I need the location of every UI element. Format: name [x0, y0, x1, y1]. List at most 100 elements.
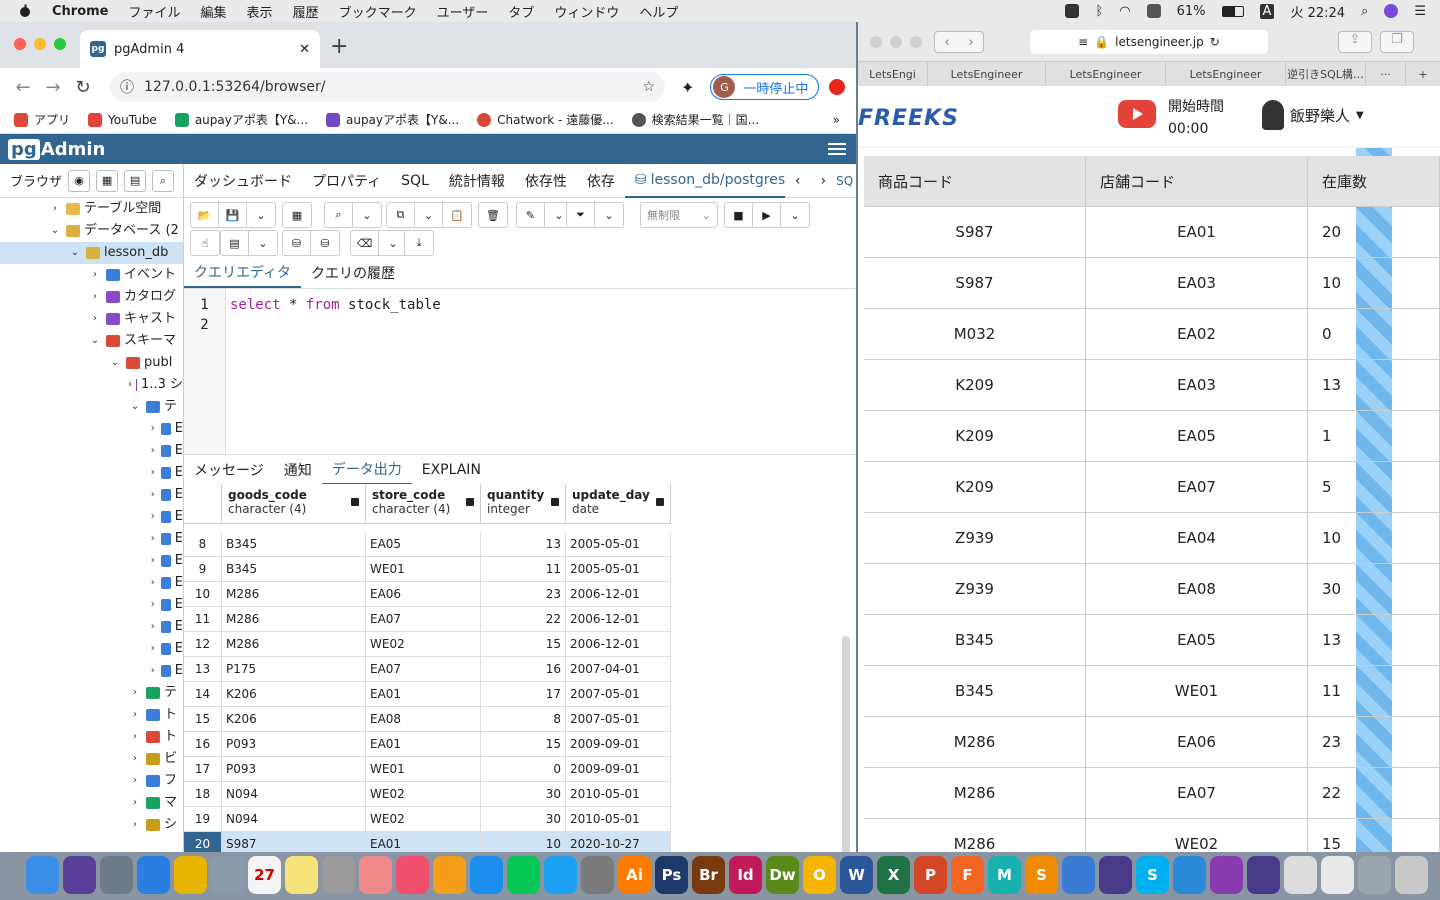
table-cell[interactable]: 0 [481, 757, 566, 781]
table-cell[interactable]: EA01 [366, 732, 481, 756]
clear-dropdown-icon[interactable]: ⌄ [379, 231, 407, 255]
row-number[interactable]: 14 [184, 682, 222, 706]
chevron-right-icon[interactable]: › [128, 814, 142, 836]
dock-app-icon[interactable] [470, 856, 503, 894]
table-cell[interactable]: 2006-12-01 [566, 607, 671, 631]
chevron-down-icon[interactable]: ⌄ [68, 242, 82, 264]
safari-new-tab-icon[interactable]: + [1406, 62, 1440, 86]
table-cell[interactable]: 2007-04-01 [566, 657, 671, 681]
tree-node[interactable]: › E [0, 418, 183, 440]
table-cell[interactable]: M286 [222, 632, 366, 656]
filtered-rows-icon[interactable]: ▤ [124, 169, 147, 192]
table-cell[interactable]: EA01 [366, 832, 481, 852]
table-cell[interactable]: 2007-05-01 [566, 707, 671, 731]
chevron-right-icon[interactable]: › [128, 374, 132, 396]
chevron-right-icon[interactable]: › [88, 286, 102, 308]
column-header[interactable]: quantity integer [481, 484, 566, 523]
table-row[interactable]: 19 N094 WE02 30 2010-05-01 [184, 807, 671, 832]
hamburger-menu-icon[interactable] [828, 143, 846, 155]
chevron-right-icon[interactable]: › [148, 638, 157, 660]
chevron-right-icon[interactable]: › [148, 462, 157, 484]
dock-app-icon[interactable] [285, 856, 318, 894]
update-icon[interactable] [829, 79, 846, 95]
freeks-logo[interactable]: FREEKS [858, 106, 959, 131]
tree-node[interactable]: › E [0, 440, 183, 462]
dock-app-icon[interactable]: Dw [766, 856, 799, 894]
menubar-item-edit[interactable]: 編集 [201, 2, 227, 21]
tree-node[interactable]: › カタログ [0, 286, 183, 308]
airplay-icon[interactable] [1146, 4, 1161, 18]
site-info-icon[interactable]: ⓘ [120, 77, 134, 97]
table-cell[interactable]: N094 [222, 782, 366, 806]
share-icon[interactable]: ⇪ [1338, 31, 1372, 53]
tab-data-output[interactable]: データ出力 [321, 455, 412, 485]
filter-dropdown-icon[interactable]: ⌄ [595, 203, 623, 227]
table-cell[interactable]: 2006-12-01 [566, 632, 671, 656]
find-dropdown-icon[interactable]: ⌄ [353, 203, 381, 227]
wifi-icon[interactable]: ◠ [1119, 4, 1130, 19]
table-cell[interactable]: EA07 [366, 657, 481, 681]
column-header[interactable]: goods_code character (4) [222, 484, 366, 523]
table-cell[interactable]: 8 [481, 707, 566, 731]
bookmark-apps[interactable]: アプリ [14, 111, 70, 128]
row-number[interactable]: 16 [184, 732, 222, 756]
copy-dropdown-icon[interactable]: ⌄ [415, 203, 443, 227]
input-source-indicator[interactable]: A [1259, 3, 1275, 19]
delete-icon[interactable]: 🗑 [479, 203, 507, 227]
dock-app-icon[interactable]: F [951, 856, 984, 894]
filter-icon[interactable]: ⏷ [567, 203, 595, 227]
tree-node[interactable]: › テ [0, 682, 183, 704]
table-row[interactable]: 10 M286 EA06 23 2006-12-01 [184, 582, 671, 607]
tabs-overview-icon[interactable]: ❐ [1380, 31, 1414, 53]
tab-properties[interactable]: プロパティ [302, 171, 391, 191]
chevron-down-icon[interactable]: ⌄ [88, 330, 102, 352]
dock-app-icon[interactable] [1247, 856, 1280, 894]
dock-app-icon[interactable] [1173, 856, 1206, 894]
save-file-icon[interactable]: 💾 [219, 203, 247, 227]
user-menu[interactable]: 飯野樂人 ▼ [1262, 100, 1364, 130]
bookmark-youtube[interactable]: YouTube [88, 112, 157, 127]
tree-node[interactable]: ⌄ データベース (2 [0, 220, 183, 242]
table-cell[interactable]: WE01 [366, 557, 481, 581]
dock-app-icon[interactable]: Ai [618, 856, 651, 894]
eraser-icon[interactable]: ⌫ [351, 231, 379, 255]
tab-sql[interactable]: SQL [391, 173, 439, 189]
tree-node[interactable]: › マ [0, 792, 183, 814]
menubar-item-file[interactable]: ファイル [129, 2, 181, 21]
chevron-down-icon[interactable]: ⌄ [108, 352, 122, 374]
open-file-icon[interactable]: 📂 [191, 203, 219, 227]
tab-dependents[interactable]: 依存 [577, 171, 625, 191]
chevron-right-icon[interactable]: › [148, 616, 157, 638]
tab-tail-label[interactable]: SQL [836, 174, 854, 188]
menubar-app-name[interactable]: Chrome [52, 4, 109, 19]
browser-tab-pgadmin[interactable]: pg pgAdmin 4 ✕ [80, 30, 320, 68]
dock-app-icon[interactable]: Id [729, 856, 762, 894]
chevron-right-icon[interactable]: › [148, 572, 157, 594]
dock-app-icon[interactable] [581, 856, 614, 894]
tab-statistics[interactable]: 統計情報 [439, 171, 515, 191]
table-cell[interactable]: 23 [481, 582, 566, 606]
dock-app-icon[interactable]: O [803, 856, 836, 894]
extensions-icon[interactable]: ✦ [681, 78, 694, 97]
chevron-right-icon[interactable]: › [128, 792, 142, 814]
rollback-icon[interactable]: ⛁ [311, 231, 339, 255]
safari-tab[interactable]: LetsEngineer [1046, 62, 1166, 86]
tree-node[interactable]: › シ [0, 814, 183, 836]
spotlight-search-icon[interactable]: ⌕ [1361, 4, 1368, 19]
view-data-icon[interactable]: ▦ [96, 169, 119, 192]
row-number[interactable]: 18 [184, 782, 222, 806]
safari-address-field[interactable]: ≡ 🔒 letsengineer.jp ↻ [1030, 30, 1268, 54]
table-cell[interactable]: 30 [481, 807, 566, 831]
tab-explain[interactable]: EXPLAIN [412, 455, 491, 485]
table-cell[interactable]: EA08 [366, 707, 481, 731]
safari-tab[interactable]: LetsEngineer [1166, 62, 1286, 86]
row-limit-select[interactable]: 無制限 ⌄ [640, 202, 718, 228]
chevron-right-icon[interactable]: › [148, 418, 157, 440]
row-number[interactable]: 19 [184, 807, 222, 831]
zoom-window-icon[interactable] [910, 36, 922, 48]
siri-icon[interactable] [1384, 4, 1399, 18]
table-cell[interactable]: EA06 [366, 582, 481, 606]
table-cell[interactable]: 15 [481, 732, 566, 756]
tab-dependencies[interactable]: 依存性 [515, 171, 577, 191]
minimize-window-icon[interactable] [34, 38, 46, 50]
